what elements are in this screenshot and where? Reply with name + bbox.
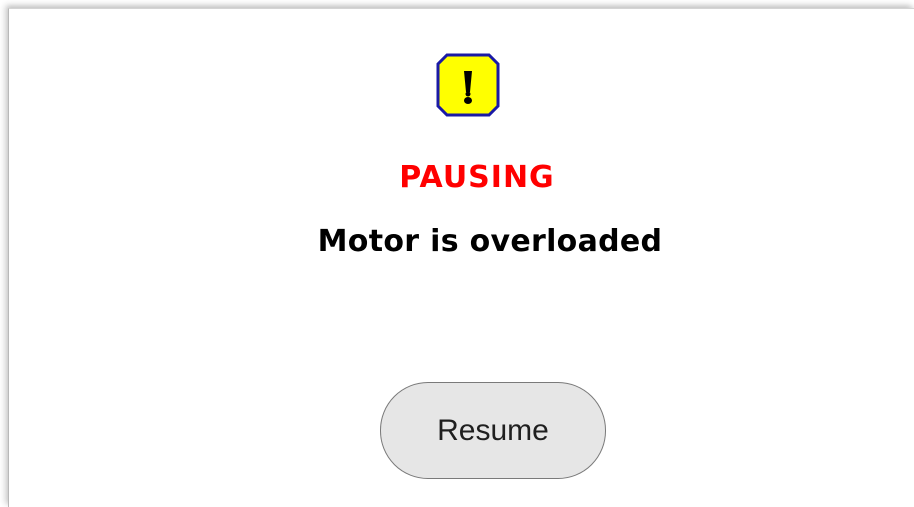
status-title: PAUSING — [399, 160, 555, 195]
status-message: Motor is overloaded — [317, 224, 663, 259]
warning-exclamation-icon — [436, 53, 500, 117]
resume-button[interactable]: Resume — [380, 382, 606, 479]
pause-dialog: PAUSING Motor is overloaded Resume — [8, 8, 914, 507]
